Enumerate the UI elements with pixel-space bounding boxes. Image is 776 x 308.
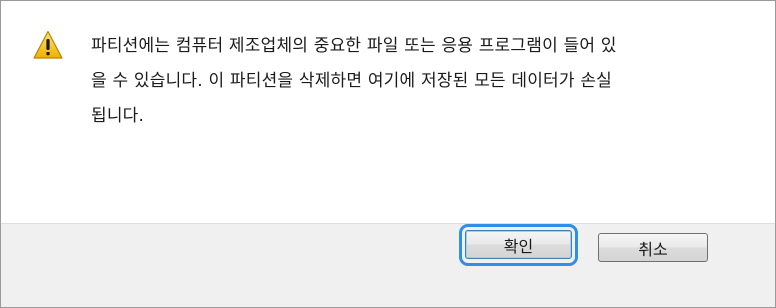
warning-icon: [33, 30, 63, 60]
dialog-button-bar: 확인 취소: [1, 223, 775, 307]
dialog-message: 파티션에는 컴퓨터 제조업체의 중요한 파일 또는 응용 프로그램이 들어 있 …: [91, 29, 731, 134]
cancel-button[interactable]: 취소: [598, 233, 708, 262]
message-line: 됩니다.: [91, 106, 145, 126]
ok-button[interactable]: 확인: [465, 230, 572, 259]
message-line: 을 수 있습니다. 이 파티션을 삭제하면 여기에 저장된 모든 데이터가 손실: [91, 71, 613, 91]
dialog-content: 파티션에는 컴퓨터 제조업체의 중요한 파일 또는 응용 프로그램이 들어 있 …: [1, 1, 775, 223]
message-line: 파티션에는 컴퓨터 제조업체의 중요한 파일 또는 응용 프로그램이 들어 있: [91, 36, 617, 56]
confirmation-dialog: 파티션에는 컴퓨터 제조업체의 중요한 파일 또는 응용 프로그램이 들어 있 …: [0, 0, 776, 308]
